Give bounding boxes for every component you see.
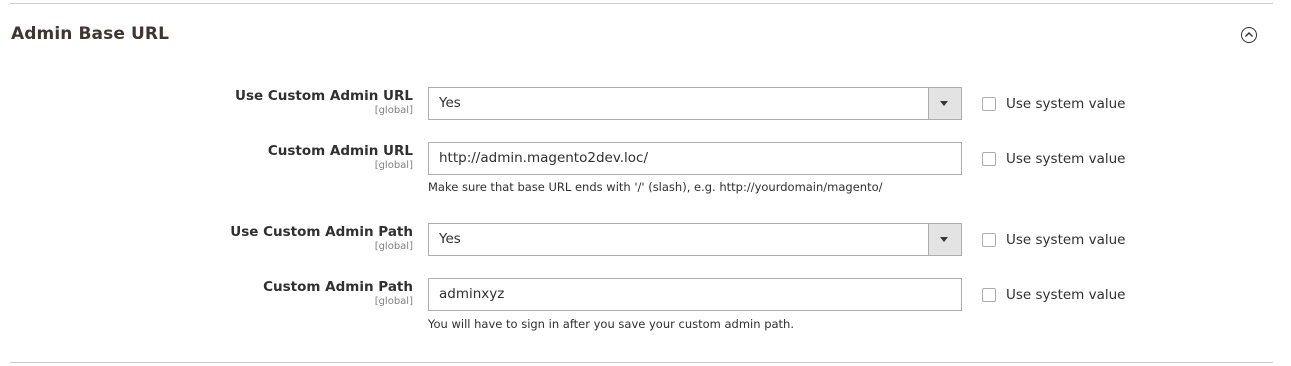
use-custom-admin-path-select[interactable]: Yes	[428, 223, 962, 256]
field-label: Use Custom Admin URL	[235, 88, 413, 104]
field-label: Custom Admin URL	[267, 143, 413, 159]
selected-value: Yes	[439, 231, 461, 247]
select-arrow-button[interactable]	[928, 88, 961, 119]
use-system-value-option[interactable]: Use system value	[982, 87, 1125, 120]
use-system-value-label: Use system value	[1006, 286, 1126, 303]
use-system-value-checkbox[interactable]	[982, 151, 996, 166]
use-system-value-option[interactable]: Use system value	[982, 223, 1125, 256]
use-system-value-checkbox[interactable]	[982, 287, 996, 302]
input-value: http://admin.magento2dev.loc/	[439, 150, 649, 166]
scope-label: [global]	[374, 105, 413, 116]
field-label-group: Custom Admin Path [global]	[263, 279, 413, 308]
use-system-value-label: Use system value	[1006, 95, 1126, 112]
field-note: You will have to sign in after you save …	[428, 317, 794, 331]
scope-label: [global]	[374, 296, 413, 307]
use-system-value-option[interactable]: Use system value	[982, 142, 1125, 175]
section-top-divider	[10, 3, 1273, 4]
caret-down-icon	[940, 237, 948, 242]
use-system-value-label: Use system value	[1006, 231, 1126, 248]
collapse-toggle-button[interactable]	[1241, 27, 1257, 43]
input-value: adminxyz	[439, 286, 505, 302]
admin-base-url-section: Admin Base URL Use Custom Admin URL [glo…	[0, 0, 1291, 366]
use-system-value-option[interactable]: Use system value	[982, 278, 1125, 311]
use-system-value-checkbox[interactable]	[982, 232, 996, 247]
section-bottom-divider	[10, 362, 1273, 363]
field-label-group: Use Custom Admin Path [global]	[230, 224, 413, 253]
scope-label: [global]	[374, 160, 413, 171]
field-label: Use Custom Admin Path	[230, 224, 413, 240]
scope-label: [global]	[374, 241, 413, 252]
use-custom-admin-url-select[interactable]: Yes	[428, 87, 962, 120]
section-title[interactable]: Admin Base URL	[11, 24, 169, 44]
use-system-value-label: Use system value	[1006, 150, 1126, 167]
selected-value: Yes	[439, 95, 461, 111]
use-system-value-checkbox[interactable]	[982, 96, 996, 111]
custom-admin-path-input[interactable]: adminxyz	[428, 278, 962, 311]
caret-down-icon	[940, 101, 948, 106]
field-label-group: Use Custom Admin URL [global]	[235, 88, 413, 117]
custom-admin-url-input[interactable]: http://admin.magento2dev.loc/	[428, 142, 962, 175]
field-label: Custom Admin Path	[263, 279, 413, 295]
field-label-group: Custom Admin URL [global]	[268, 143, 413, 172]
select-arrow-button[interactable]	[928, 224, 961, 255]
field-note: Make sure that base URL ends with '/' (s…	[428, 180, 883, 194]
